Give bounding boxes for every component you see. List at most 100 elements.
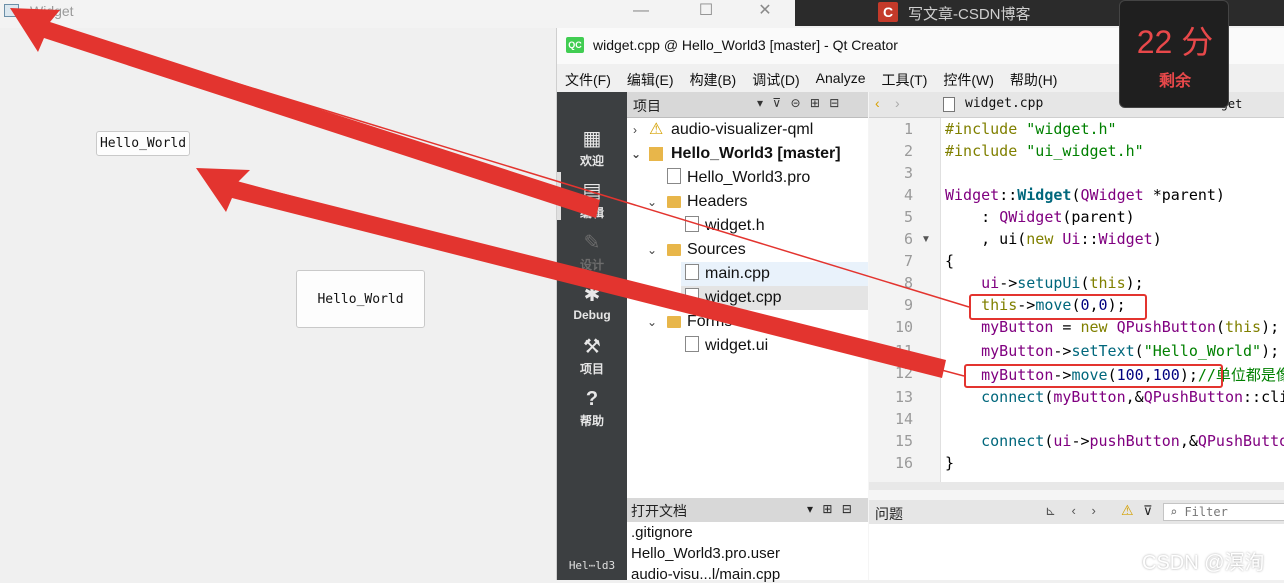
pro-file-icon [667,168,681,184]
timer-value: 22 分 [1136,24,1214,60]
hello-world-button-1[interactable]: Hello_World [96,131,190,156]
editor-horizontal-scrollbar[interactable] [869,482,1284,490]
mode-welcome-label: 欢迎 [579,154,604,168]
tree-item-forms[interactable]: ⌄ Forms [647,310,732,334]
tree-item-audio-visualizer[interactable]: › ⚠ audio-visualizer-qml [627,118,868,142]
open-doc-item[interactable]: .gitignore [631,524,693,541]
qt-creator-window: QC widget.cpp @ Hello_World3 [master] - … [556,28,1284,583]
mode-help-label: 帮助 [579,414,604,428]
mode-debug[interactable]: ✱ Debug [557,282,627,334]
line-number: 10 [894,318,913,336]
pencil-icon: ✎ [583,232,601,254]
tree-item-widget-h[interactable]: widget.h [685,214,765,238]
csdn-logo: C [878,2,898,22]
tree-item-headers[interactable]: ⌄ Headers [647,190,747,214]
file-icon [943,97,955,112]
issues-filter-input[interactable]: ⌕ Filter [1163,503,1284,521]
folder-icon [667,244,681,256]
header-file-icon [685,216,699,232]
watermark: CSDN @溟洵 [1142,552,1265,574]
tree-item-widget-cpp[interactable]: widget.cpp [681,286,868,310]
maximize-button[interactable]: ☐ [683,0,729,24]
countdown-timer: 22 分 剩余 [1119,0,1229,108]
project-pane-title: 项目 [633,98,661,114]
menu-analyze[interactable]: Analyze [808,64,874,92]
open-doc-item[interactable]: audio-visu...l/main.cpp [631,566,780,583]
issues-pane-header: 问题 ⊾ ‹ › ⚠ ⊽ ⌕ Filter [869,500,1284,524]
line-number: 2 [903,142,913,160]
project-folder-icon [649,147,663,161]
project-pane-header: 项目 ▾ ⊽ ⊝ ⊞ ⊟ [627,92,868,118]
mode-design[interactable]: ✎ 设计 [557,230,627,282]
line-number: 3 [903,164,913,182]
tree-item-widget-ui[interactable]: widget.ui [685,334,768,358]
highlight-box-this-move [969,294,1147,320]
issues-nav-icons[interactable]: ⊾ ‹ › [1045,503,1102,519]
folder-icon [667,316,681,328]
open-docs-tools-icon[interactable]: ▾ ⊞ ⊟ [807,502,855,516]
mode-sidebar: ▦ 欢迎 ▤ 编辑 ✎ 设计 ✱ Debug ⚒ 项目 ? 帮助 Hel⋯ld3 [557,92,627,580]
active-mode-indicator [557,172,561,220]
menu-build[interactable]: 构建(B) [682,64,745,92]
forward-icon[interactable]: › [895,95,900,111]
edit-doc-icon: ▤ [582,180,602,202]
menu-edit[interactable]: 编辑(E) [619,64,682,92]
mode-welcome[interactable]: ▦ 欢迎 [557,126,627,178]
line-number: 6 [903,230,913,248]
project-tree: › ⚠ audio-visualizer-qml ⌄ Hello_World3 [ma… [627,118,868,498]
mode-help[interactable]: ? 帮助 [557,386,627,438]
close-button[interactable]: ✕ [742,0,788,24]
back-icon[interactable]: ‹ [875,95,880,111]
line-number: 11 [894,342,913,360]
minimize-button[interactable]: — [618,0,664,24]
app-icon [4,4,19,17]
bug-icon: ✱ [583,284,601,306]
menu-debug[interactable]: 调试(D) [744,64,807,92]
tree-item-sources[interactable]: ⌄ Sources [647,238,746,262]
warning-icon: ⚠ [649,121,664,138]
tree-item-hello-world3[interactable]: ⌄ Hello_World3 [master] [627,142,868,166]
wrench-icon: ⚒ [583,336,601,358]
mode-edit-label: 编辑 [579,206,604,220]
warning-filter-icon[interactable]: ⚠ [1121,502,1134,519]
fold-arrow-icon[interactable]: ▼ [921,234,931,245]
menu-tools[interactable]: 工具(T) [873,64,935,92]
highlight-box-mybutton-move [964,364,1223,388]
widget-titlebar: Widget — ☐ ✕ [0,0,800,28]
tree-item-pro-file[interactable]: Hello_World3.pro [667,166,810,190]
line-number: 15 [894,432,913,450]
menu-help[interactable]: 帮助(H) [1002,64,1065,92]
mode-project[interactable]: ⚒ 项目 [557,334,627,386]
ui-file-icon [685,336,699,352]
help-icon: ? [585,388,599,410]
menu-widgets[interactable]: 控件(W) [935,64,1002,92]
line-number: 7 [903,252,913,270]
open-docs-list: .gitignore Hello_World3.pro.user audio-v… [627,522,868,583]
line-number: 13 [894,388,913,406]
editor-file-name[interactable]: widget.cpp [965,96,1043,111]
tree-item-main-cpp[interactable]: main.cpp [681,262,868,286]
line-number: 8 [903,274,913,292]
line-number: 16 [894,454,913,472]
mode-edit[interactable]: ▤ 编辑 [557,178,627,230]
hello-world-button-2[interactable]: Hello_World [296,270,425,328]
timer-label: 剩余 [1158,73,1191,90]
line-number: 12 [894,364,913,382]
mode-project-label: 项目 [579,362,604,376]
cpp-file-icon [685,288,699,304]
project-pane-tools-icon[interactable]: ▾ ⊽ ⊝ ⊞ ⊟ [757,96,842,110]
mode-debug-label: Debug [573,308,611,322]
qt-window-title: widget.cpp @ Hello_World3 [master] - Qt … [593,37,898,53]
mode-design-label: 设计 [579,258,604,272]
widget-title: Widget [30,3,74,19]
filter-icon[interactable]: ⊽ [1143,503,1153,519]
session-selector[interactable]: Hel⋯ld3 [557,552,627,580]
line-number: 4 [903,186,913,204]
line-number-gutter: 1 2 3 4 5 6 7 8 9 10 11 12 13 14 15 16 ▼ [869,118,941,482]
menu-file[interactable]: 文件(F) [557,64,619,92]
qt-logo-icon: QC [566,37,584,53]
open-doc-item[interactable]: Hello_World3.pro.user [631,545,780,562]
folder-icon [667,196,681,208]
open-docs-title: 打开文档 [631,503,687,519]
csdn-tab-title[interactable]: 写文章-CSDN博客 [908,3,1031,24]
